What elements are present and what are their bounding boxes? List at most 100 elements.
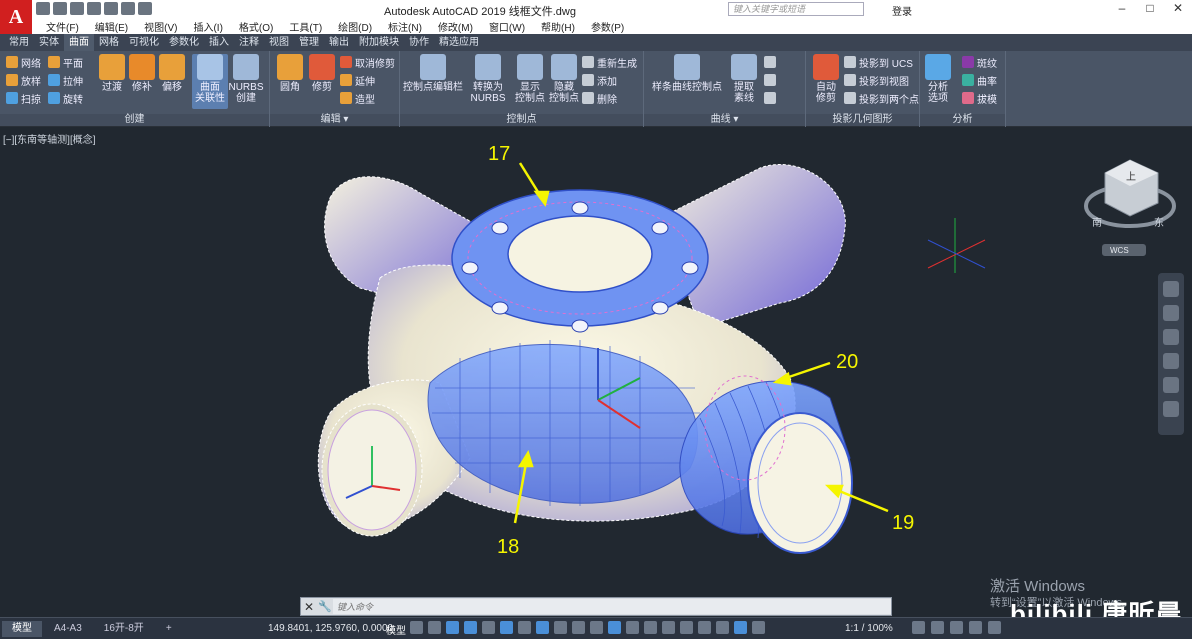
tab-annotate[interactable]: 注释 — [234, 34, 264, 51]
tab-home[interactable]: 常用 — [4, 34, 34, 51]
zebra-button[interactable]: 斑纹 — [962, 55, 997, 70]
viewcube[interactable]: 上 南 东 WCS — [1084, 159, 1176, 256]
redo-icon[interactable] — [138, 2, 152, 15]
login-link[interactable]: 登录 — [892, 3, 912, 18]
autocad-logo[interactable]: A — [0, 0, 32, 34]
tab-manage[interactable]: 管理 — [294, 34, 324, 51]
save-icon[interactable] — [70, 2, 84, 15]
nav-bar-menu-icon[interactable] — [1163, 401, 1179, 417]
polar-icon[interactable] — [464, 621, 477, 634]
lock-ui-icon[interactable] — [680, 621, 693, 634]
revolve-button[interactable]: 旋转 — [48, 91, 83, 106]
extrude-button[interactable]: 拉伸 — [48, 73, 83, 88]
tab-mesh[interactable]: 网格 — [94, 34, 124, 51]
menu-params[interactable]: 参数(P) — [583, 19, 632, 34]
coordinates-readout[interactable]: 149.8401, 125.9760, 0.0000 — [268, 623, 393, 634]
menu-view[interactable]: 视图(V) — [136, 19, 185, 34]
wcs-menu[interactable]: WCS — [1110, 246, 1129, 255]
zoom-icon[interactable] — [1163, 329, 1179, 345]
sweep-button[interactable]: 扫掠 — [6, 91, 41, 106]
extend-button[interactable]: 延伸 — [340, 73, 375, 88]
show-cv-button[interactable]: 显示 控制点 — [512, 54, 548, 104]
isolate-objects-icon[interactable] — [698, 621, 711, 634]
new-file-icon[interactable] — [36, 2, 50, 15]
snap-icon[interactable] — [428, 621, 441, 634]
close-icon[interactable]: ✕ — [1164, 1, 1192, 15]
graphics-performance-icon[interactable] — [716, 621, 729, 634]
close-command-icon[interactable]: ✕ — [301, 600, 317, 614]
tab-addins[interactable]: 附加模块 — [354, 34, 404, 51]
menu-draw[interactable]: 绘图(D) — [330, 19, 380, 34]
auto-scale-icon[interactable] — [752, 621, 765, 634]
model-space-button[interactable]: 模型 — [386, 622, 406, 637]
gizmo-icon[interactable] — [608, 621, 621, 634]
steering-wheel-icon[interactable] — [1163, 281, 1179, 297]
menu-edit[interactable]: 编辑(E) — [87, 19, 136, 34]
curvature-button[interactable]: 曲率 — [962, 73, 997, 88]
sculpt-button[interactable]: 造型 — [340, 91, 375, 106]
annotation-scale[interactable]: 1:1 / 100% — [845, 623, 893, 634]
circle-tool-icon[interactable] — [764, 91, 776, 105]
osnap-icon[interactable] — [500, 621, 513, 634]
menu-tools[interactable]: 工具(T) — [281, 19, 330, 34]
viewcube-south[interactable]: 南 — [1092, 216, 1102, 229]
menu-window[interactable]: 窗口(W) — [481, 19, 533, 34]
spline-cv-button[interactable]: 样条曲线控制点 — [648, 54, 726, 93]
viewcube-top-face[interactable]: 上 — [1126, 171, 1136, 183]
save-as-icon[interactable] — [87, 2, 101, 15]
workspace-gear-icon[interactable] — [912, 621, 925, 634]
rebuild-button[interactable]: 重新生成 — [582, 55, 637, 70]
customization-menu-icon[interactable] — [988, 621, 1001, 634]
tab-solid[interactable]: 实体 — [34, 34, 64, 51]
print-icon[interactable] — [104, 2, 118, 15]
clean-screen-icon[interactable] — [969, 621, 982, 634]
project-ucs-button[interactable]: 投影到 UCS — [844, 55, 913, 70]
draft-button[interactable]: 拔模 — [962, 91, 997, 106]
trim-button[interactable]: 修剪 — [304, 54, 340, 93]
drawing-viewport[interactable]: [−][东南等轴测][概念] 17 18 19 20 上 南 东 WCS 激活 … — [0, 128, 1192, 629]
menu-format[interactable]: 格式(O) — [231, 19, 281, 34]
3d-osnap-icon[interactable] — [518, 621, 531, 634]
lineweight-icon[interactable] — [554, 621, 567, 634]
project-view-button[interactable]: 投影到视图 — [844, 73, 909, 88]
open-file-icon[interactable] — [53, 2, 67, 15]
panel-curves-label[interactable]: 曲线 ▾ — [644, 114, 805, 126]
undo-icon[interactable] — [121, 2, 135, 15]
network-button[interactable]: 网络 — [6, 55, 41, 70]
tab-parametric[interactable]: 参数化 — [164, 34, 204, 51]
surface-associativity-button[interactable]: 曲面 关联性 — [192, 54, 228, 109]
panel-edit-label[interactable]: 编辑 ▾ — [270, 114, 399, 126]
layout-tab-16k-8k[interactable]: 16开-8开 — [94, 621, 154, 637]
search-input[interactable]: 键入关键字或短语 — [728, 2, 864, 16]
offset-button[interactable]: 偏移 — [154, 54, 190, 93]
menu-modify[interactable]: 修改(M) — [430, 19, 481, 34]
tab-featured-apps[interactable]: 精选应用 — [434, 34, 484, 51]
tab-surface[interactable]: 曲面 — [64, 34, 94, 51]
annotation-monitor-icon[interactable] — [626, 621, 639, 634]
extract-isolines-button[interactable]: 提取 素线 — [726, 54, 762, 104]
hardware-accel-icon[interactable] — [950, 621, 963, 634]
grid-icon[interactable] — [410, 621, 423, 634]
add-icon[interactable] — [931, 621, 944, 634]
arc-tool-icon[interactable] — [764, 73, 776, 87]
line-tool-icon[interactable] — [764, 55, 776, 69]
loft-button[interactable]: 放样 — [6, 73, 41, 88]
planar-button[interactable]: 平面 — [48, 55, 83, 70]
nurbs-creation-button[interactable]: NURBS 创建 — [228, 54, 264, 104]
menu-dimension[interactable]: 标注(N) — [380, 19, 430, 34]
minimize-icon[interactable]: – — [1108, 1, 1136, 15]
showmotion-icon[interactable] — [1163, 377, 1179, 393]
layout-tab-a4-a3[interactable]: A4-A3 — [44, 621, 92, 637]
dynamic-ucs-icon[interactable] — [536, 621, 549, 634]
ortho-icon[interactable] — [446, 621, 459, 634]
customize-command-icon[interactable]: 🔧 — [317, 600, 333, 613]
tab-collaborate[interactable]: 协作 — [404, 34, 434, 51]
tab-output[interactable]: 输出 — [324, 34, 354, 51]
tab-visualize[interactable]: 可视化 — [124, 34, 164, 51]
command-input[interactable] — [333, 599, 891, 614]
project-two-points-button[interactable]: 投影到两个点 — [844, 91, 919, 106]
auto-trim-button[interactable]: 自动 修剪 — [808, 54, 844, 104]
menu-file[interactable]: 文件(F) — [38, 19, 87, 34]
units-icon[interactable] — [644, 621, 657, 634]
fillet-button[interactable]: 圆角 — [272, 54, 308, 93]
